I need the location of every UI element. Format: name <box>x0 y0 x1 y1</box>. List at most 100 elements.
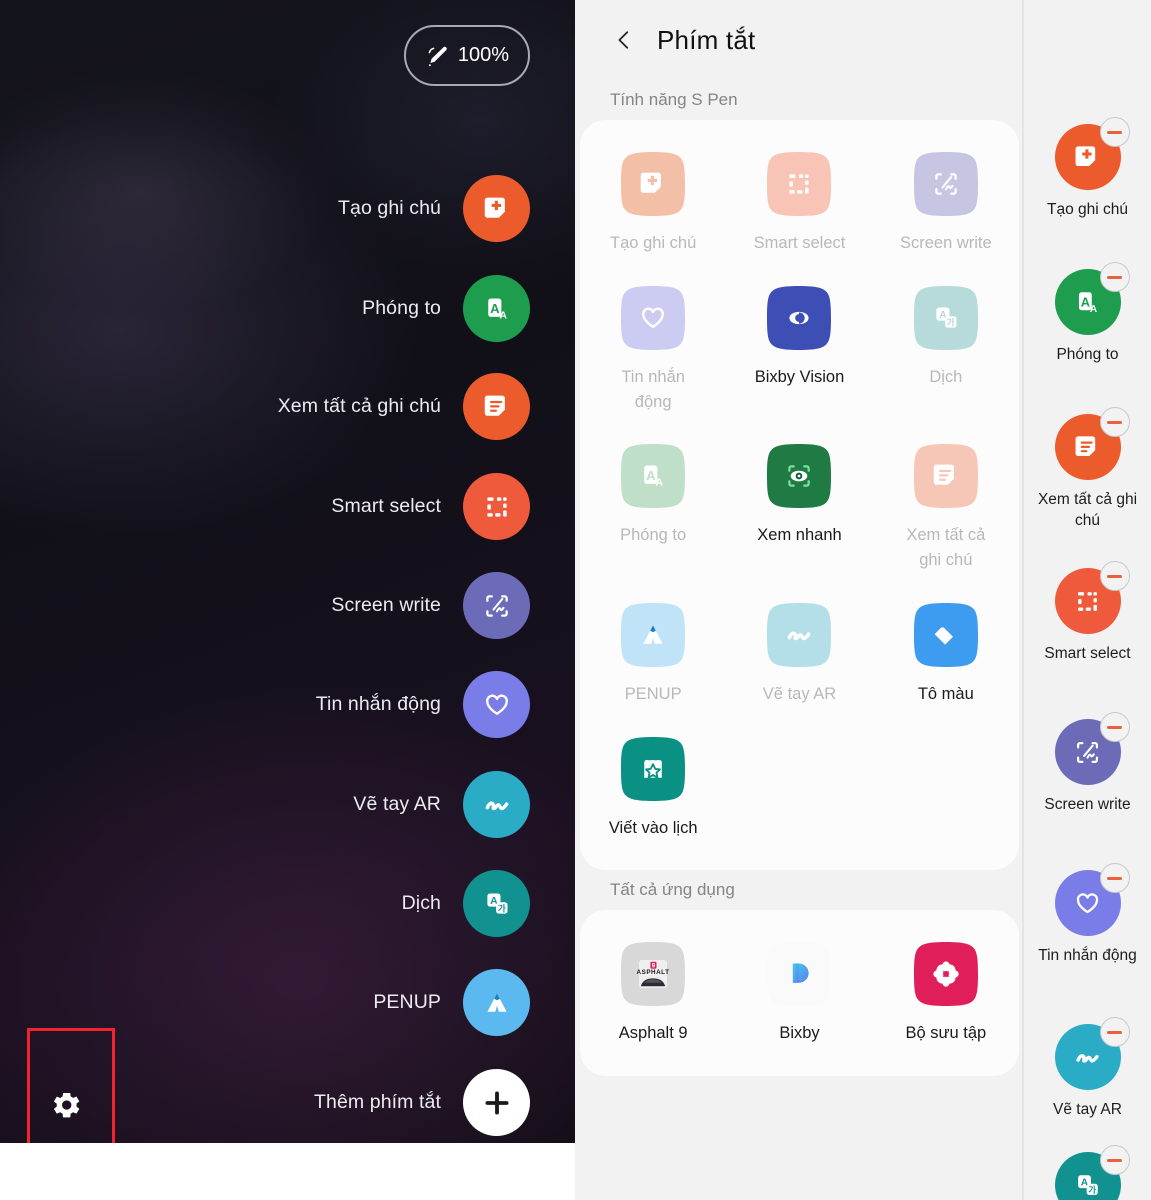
s-pen-battery-indicator: 100% <box>404 25 530 86</box>
asphalt9-icon[interactable]: 9 ASPHALT <box>619 940 687 1008</box>
section-header: Tính năng S Pen <box>610 90 738 109</box>
air-command-item[interactable]: Smart select <box>331 473 530 540</box>
app-grid-item[interactable]: Bixby Vision <box>726 272 872 431</box>
chevron-left-icon[interactable] <box>613 25 635 55</box>
air-command-item[interactable]: Screen write <box>331 572 530 639</box>
shortcut-icon-wrapper <box>1054 117 1130 190</box>
shortcut-strip-item-label: Smart select <box>1044 645 1131 662</box>
svg-text:ASPHALT: ASPHALT <box>637 969 670 976</box>
air-command-item[interactable]: Phóng to A A <box>362 275 530 342</box>
ar-doodle-icon[interactable] <box>765 601 833 669</box>
screen-write-icon[interactable] <box>463 572 530 639</box>
minus-badge-icon[interactable] <box>1099 1017 1130 1047</box>
app-grid-item[interactable]: A A Phóng to <box>580 430 726 589</box>
shortcut-strip-item[interactable]: Smart select <box>1024 561 1151 664</box>
air-command-item-label: Tin nhắn động <box>315 693 441 715</box>
svg-text:가: 가 <box>497 902 505 913</box>
app-grid-item[interactable]: 9 ASPHALT Asphalt 9 <box>580 928 726 1062</box>
ar-doodle-icon[interactable] <box>463 771 530 838</box>
app-grid-item[interactable]: Tin nhắn động <box>580 272 726 431</box>
app-grid: 9 ASPHALT Asphalt 9 Bixby Bộ sưu tập <box>580 910 1019 1076</box>
air-command-item[interactable]: Dịch A 가 <box>402 870 530 937</box>
add-shortcut-icon[interactable] <box>463 1069 530 1136</box>
magnify-icon[interactable]: AA <box>619 442 687 510</box>
live-message-icon[interactable] <box>463 671 530 738</box>
shortcut-strip-item[interactable]: Screen write <box>1024 712 1151 815</box>
magnify-icon[interactable]: AA <box>463 275 530 342</box>
section-header: Tất cả ứng dụng <box>610 880 735 900</box>
app-grid-item-label: Vẽ tay AR <box>762 684 837 703</box>
app-grid-item-label: Screen write <box>899 234 992 252</box>
app-grid-item[interactable]: PENUP <box>580 589 726 723</box>
penup-icon[interactable] <box>619 601 687 669</box>
air-command-panel: 100% Tạo ghi chú Phóng to A A Xem tất cả ghi… <box>0 0 575 1143</box>
app-grid-item[interactable]: Viết vào lịch <box>580 723 726 857</box>
air-command-item-label: PENUP <box>373 991 441 1013</box>
shortcut-strip-item[interactable]: Xem tất cả ghi chú <box>1024 407 1151 532</box>
view-all-notes-icon[interactable] <box>912 442 980 510</box>
penup-icon[interactable] <box>463 969 530 1036</box>
smart-select-icon[interactable] <box>463 473 530 540</box>
minus-badge-icon[interactable] <box>1099 561 1130 591</box>
app-grid-item[interactable]: Xem tất cả ghi chú <box>873 430 1019 589</box>
translate-icon[interactable]: A가 <box>463 870 530 937</box>
shortcut-strip-item-label: Screen write <box>1044 796 1131 813</box>
air-command-item[interactable]: Tạo ghi chú <box>338 175 530 242</box>
app-grid-item[interactable]: Xem nhanh <box>726 430 872 589</box>
air-command-item[interactable]: PENUP <box>373 969 530 1036</box>
app-grid-item[interactable]: Bixby <box>726 928 872 1062</box>
app-grid-item-label: Smart select <box>753 234 846 252</box>
app-grid-item[interactable]: Tô màu <box>873 589 1019 723</box>
minus-badge-icon[interactable] <box>1099 712 1130 742</box>
create-note-icon[interactable] <box>619 150 687 218</box>
minus-badge-icon[interactable] <box>1099 262 1130 292</box>
bixby-vision-icon[interactable] <box>765 284 833 352</box>
translate-icon[interactable]: A가 <box>912 284 980 352</box>
glance-icon[interactable] <box>765 442 833 510</box>
shortcut-icon-wrapper <box>1054 1017 1130 1090</box>
svg-text:A: A <box>1081 294 1090 309</box>
smart-select-icon[interactable] <box>765 150 833 218</box>
section-card: 9 ASPHALT Asphalt 9 Bixby Bộ sưu tập <box>580 910 1019 1076</box>
app-grid-item[interactable]: Tạo ghi chú <box>580 138 726 272</box>
collection-icon[interactable] <box>912 940 980 1008</box>
air-command-item[interactable]: Thêm phím tắt <box>314 1069 530 1136</box>
app-grid-item[interactable]: A 가 Dịch <box>873 272 1019 431</box>
shortcut-strip-item[interactable]: Tin nhắn động <box>1024 863 1151 966</box>
shortcut-strip-item-label: Phóng to <box>1056 346 1119 363</box>
shortcut-strip-item[interactable]: A가Dịch <box>1024 1145 1151 1200</box>
shortcut-icon-wrapper <box>1054 561 1130 634</box>
view-all-notes-icon[interactable] <box>463 373 530 440</box>
air-command-item-label: Dịch <box>401 892 441 914</box>
coloring-icon[interactable] <box>912 601 980 669</box>
app-grid-item[interactable]: Smart select <box>726 138 872 272</box>
app-grid-item-label: Bixby <box>779 1024 820 1043</box>
screen-write-icon[interactable] <box>912 150 980 218</box>
app-grid-item[interactable]: Bộ sưu tập <box>873 928 1019 1062</box>
shortcut-strip-item[interactable]: Vẽ tay AR <box>1024 1017 1151 1120</box>
air-command-item[interactable]: Tin nhắn động <box>316 671 530 738</box>
air-command-item-label: Tạo ghi chú <box>338 197 441 219</box>
app-grid-item[interactable]: Screen write <box>873 138 1019 272</box>
app-grid-item-label: Dịch <box>929 367 963 386</box>
shortcut-strip-item[interactable]: A A Phóng to <box>1024 262 1151 365</box>
air-command-item-label: Xem tất cả ghi chú <box>277 395 441 417</box>
live-message-icon[interactable] <box>619 284 687 352</box>
air-command-item[interactable]: Xem tất cả ghi chú <box>278 373 530 440</box>
minus-badge-icon[interactable] <box>1099 407 1130 437</box>
app-grid-item-label: PENUP <box>624 684 682 703</box>
shortcut-strip-item[interactable]: Tạo ghi chú <box>1024 117 1151 220</box>
s-pen-icon <box>425 44 449 68</box>
bixby-icon[interactable] <box>765 940 833 1008</box>
air-command-item-label: Thêm phím tắt <box>313 1091 441 1113</box>
minus-badge-icon[interactable] <box>1099 117 1130 147</box>
minus-badge-icon[interactable] <box>1099 1145 1130 1175</box>
air-command-item[interactable]: Vẽ tay AR <box>353 771 530 838</box>
app-grid-item[interactable]: Vẽ tay AR <box>726 589 872 723</box>
app-grid-item-label: Viết vào lịch <box>608 818 698 837</box>
minus-badge-icon[interactable] <box>1099 863 1130 893</box>
settings-header: Phím tắt <box>575 0 1024 80</box>
create-note-icon[interactable] <box>463 175 530 242</box>
battery-percent-label: 100% <box>457 44 510 66</box>
write-on-calendar-icon[interactable] <box>619 735 687 803</box>
